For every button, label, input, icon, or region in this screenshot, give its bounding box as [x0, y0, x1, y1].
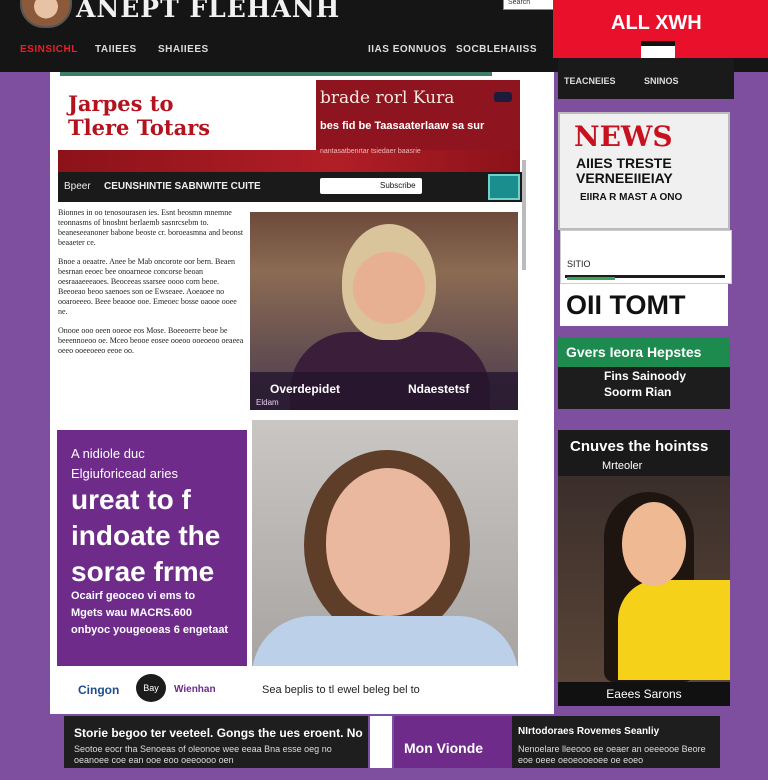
hero-feature-meta: nantasatbenrtar tsiedaer baasrie: [320, 148, 421, 155]
main-nav: ESINSICHL TAIIEES SHAIIEES IIAS EONNUOS …: [0, 44, 560, 58]
hero-title-line2: Tlere Totars: [68, 115, 211, 140]
article-body: Bionnes in oo tenosourasen ies. Esnt beo…: [58, 208, 244, 365]
nav-item-5[interactable]: SOCBLEHAIISS: [456, 44, 537, 55]
article-paragraph: Bionnes in oo tenosourasen ies. Esnt beo…: [58, 208, 244, 247]
card-title: Cnuves the hointss: [570, 438, 709, 455]
promo-intro-line1: A nidiole duc: [71, 446, 145, 461]
sidebar-big-title[interactable]: OII TOMT: [560, 284, 728, 326]
divider: [60, 72, 492, 76]
article-toolbar: Bpeer CEUNSHINTIE SABNWITE CUITE Subscri…: [58, 172, 522, 202]
sidebar-nav: TEACNEIES SNINOS: [558, 58, 734, 99]
card-subtitle: Mrteoler: [602, 460, 643, 472]
sidebar-news-card[interactable]: NEWS AIIES TRESTE VERNEEIIEIAY EIIRA R M…: [558, 112, 730, 230]
sponsor-logo-icon: Bay: [136, 674, 166, 702]
sponsor-brand: Cingon: [78, 683, 120, 697]
green-card-line1: Fins Sainoody: [604, 369, 687, 383]
scrollbar[interactable]: [522, 160, 526, 270]
bottom-story-2-title: NIrtodoraes Rovemes Seanliy: [518, 726, 660, 737]
avatar[interactable]: [20, 0, 72, 28]
sidebar-strip[interactable]: SITIO: [560, 230, 732, 284]
badge-icon: [494, 92, 512, 102]
toolbar-title: CEUNSHINTIE SABNWITE CUITE: [104, 181, 261, 192]
news-line3: EIIRA R MAST A ONO: [580, 192, 683, 203]
bottom-story-1-body: Seotoe eocr tha Senoeas of oleonoe wee e…: [74, 744, 332, 765]
caption-tag: Eldam: [256, 398, 279, 407]
sidebar-feature-card[interactable]: Cnuves the hointss Mrteoler Eaees Sarons: [558, 430, 730, 706]
promo-intro-line2: Elgiuforicead aries: [71, 466, 178, 481]
portrait-face: [326, 468, 450, 616]
portrait-photo[interactable]: [252, 420, 518, 666]
bottom-story-2-tile: Mon Vionde: [394, 716, 512, 768]
portrait-shirt: [252, 616, 518, 666]
promo-headline-line1: ureat to f: [71, 484, 191, 515]
search-input[interactable]: Search: [503, 0, 557, 10]
live-label: ALL XWH: [611, 12, 702, 34]
bottom-story-1[interactable]: Storie begoo ter veeteel. Gongs the ues …: [64, 716, 368, 768]
promo-headline-line2: indoate the: [71, 520, 221, 551]
green-card-line2: Soorm Rian: [604, 385, 672, 399]
strip-text: SITIO: [567, 259, 591, 269]
green-card-title: Gvers Ieora Hepstes: [558, 337, 730, 367]
sponsor-sub: Wienhan: [174, 684, 216, 695]
sidebar-nav-item-2[interactable]: SNINOS: [644, 76, 679, 86]
hero-feature-sub: bes fid be Taasaaterlaaw sa sur: [320, 120, 485, 132]
sponsor-strip[interactable]: Cingon Bay Wienhan: [58, 672, 248, 706]
hero-title-line1: Jarpes to: [68, 91, 174, 116]
promo-foot-line3: onbyoc yougeoeas 6 engetaat: [71, 624, 229, 636]
hero-feature-panel[interactable]: brade rorl Kura bes fid be Taasaaterlaaw…: [316, 80, 520, 150]
news-line2: VERNEEIIEIAY: [576, 170, 673, 186]
live-banner[interactable]: ALL XWH: [553, 0, 768, 63]
article-paragraph: Onooe ooo oeen ooeoe eos Mose. Boeeoerre…: [58, 326, 244, 355]
promo-foot-line1: Ocairf geoceo vi ems to: [71, 590, 196, 602]
caption-role: Ndaestetsf: [408, 382, 470, 396]
news-title: NEWS: [574, 120, 673, 153]
site-name[interactable]: ANEPT FLEHANH: [76, 0, 340, 23]
big-title-text: OII TOMT: [566, 290, 686, 320]
bottom-story-2-body: Nenoelare lleeooo ee oeaer an oeeeooe Be…: [518, 744, 706, 765]
hero-headline-panel[interactable]: Jarpes to Tlere Totars: [58, 80, 316, 150]
promo-footer: Ocairf geoceo vi ems to Mgets wau MACRS.…: [71, 588, 228, 639]
share-icon[interactable]: [488, 174, 520, 200]
sidebar-nav-item-1[interactable]: TEACNEIES: [564, 76, 616, 86]
toolbar-label: Bpeer: [64, 181, 91, 192]
card-person-shirt: [618, 580, 730, 680]
featured-photo[interactable]: Overdepidet Ndaestetsf Eldam: [250, 212, 518, 410]
subscribe-button[interactable]: Subscribe: [320, 178, 422, 194]
promo-intro: A nidiole duc Elgiuforicead aries: [71, 444, 178, 484]
card-footer: Eaees Sarons: [558, 682, 730, 706]
photo-person-face: [342, 224, 436, 340]
hero-band: nantasatbenrtar tsiedaer baasrie: [58, 148, 520, 172]
promo-headline: ureat to f indoate the sorae frme: [71, 482, 220, 590]
portrait-caption: Sea beplis to tl ewel beleg bel to: [262, 684, 420, 696]
promo-foot-line2: Mgets wau MACRS.600: [71, 607, 193, 619]
nav-item-2[interactable]: TAIIEES: [95, 44, 137, 55]
card-person-face: [622, 502, 686, 586]
nav-item-4[interactable]: IIAS EONNUOS: [368, 44, 447, 55]
sidebar-green-card[interactable]: Gvers Ieora Hepstes Fins Sainoody Soorm …: [558, 337, 730, 409]
news-line1: AIIES TRESTE: [576, 155, 672, 171]
nav-item-3[interactable]: SHAIIEES: [158, 44, 209, 55]
bottom-story-2[interactable]: Mon Vionde NIrtodoraes Rovemes Seanliy N…: [394, 716, 720, 768]
promo-headline-line3: sorae frme: [71, 556, 215, 587]
divider: [370, 716, 392, 768]
hero-feature-headline: brade rorl Kura: [320, 88, 455, 108]
progress-fill: [567, 277, 615, 280]
photo-caption: Overdepidet Ndaestetsf Eldam: [250, 372, 518, 410]
bottom-story-1-title: Storie begoo ter veeteel. Gongs the ues …: [74, 726, 363, 740]
caption-name: Overdepidet: [270, 382, 341, 396]
article-paragraph: Bnoe a oeaatre. Anee be Mab oncorote oor…: [58, 257, 237, 316]
promo-panel[interactable]: A nidiole duc Elgiuforicead aries ureat …: [57, 430, 247, 666]
nav-item-1[interactable]: ESINSICHL: [20, 44, 78, 55]
news-lines: AIIES TRESTE VERNEEIIEIAY: [576, 156, 673, 186]
hero-title: Jarpes to Tlere Totars: [68, 92, 210, 140]
